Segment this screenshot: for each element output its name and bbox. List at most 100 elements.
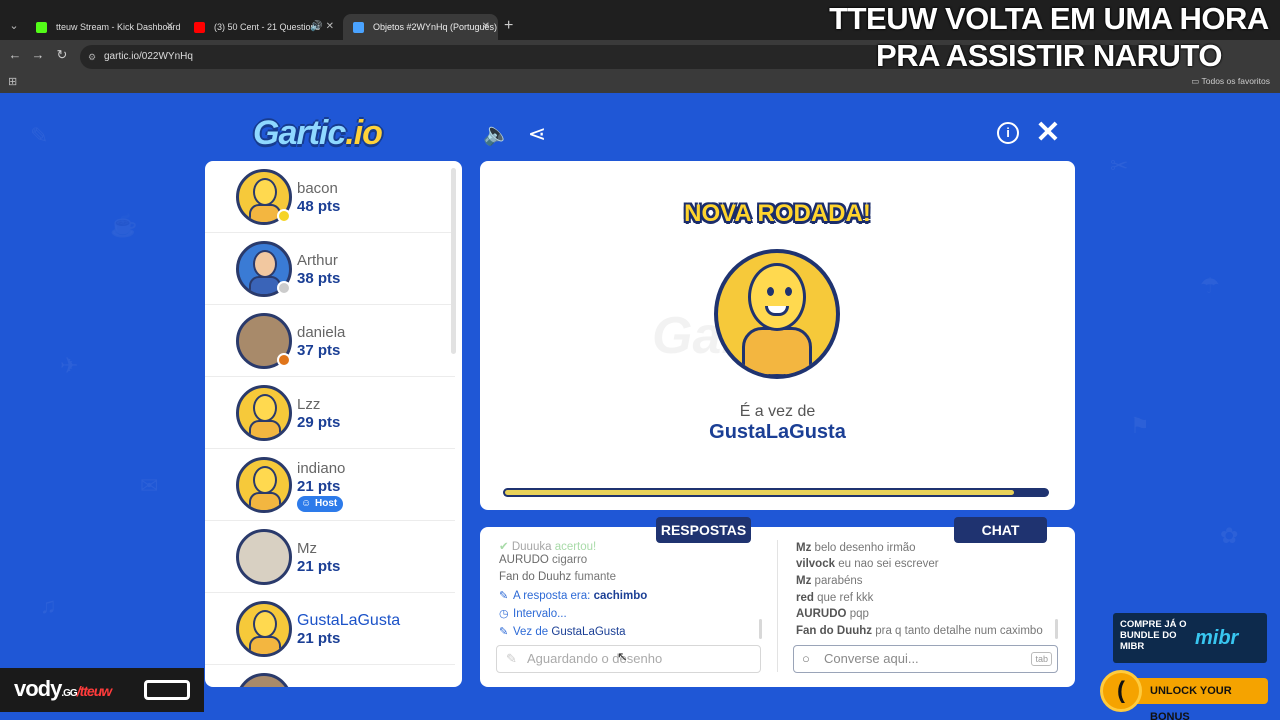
player-row[interactable]: Arthur 38 pts	[205, 233, 455, 305]
player-row[interactable]: Mz 21 pts	[205, 521, 455, 593]
tab-answers[interactable]: RESPOSTAS	[656, 517, 751, 543]
player-row[interactable]: Lzz 29 pts	[205, 377, 455, 449]
chat-text: belo desenho irmão	[814, 542, 916, 554]
answer-input[interactable]: ✎ Aguardando o desenho	[496, 645, 761, 673]
answers-scrollbar[interactable]	[759, 619, 762, 639]
chat-user: red	[796, 592, 814, 604]
tab-chat[interactable]: CHAT	[954, 517, 1047, 543]
answer-line: Fan do Duuhz fumante	[499, 571, 616, 583]
doodle-icon: ✉	[140, 473, 159, 498]
vody-widget: vody.GG/tteuw	[0, 668, 204, 712]
chat-text: pra q tanto detalhe num caximbo	[875, 625, 1043, 637]
chat-input[interactable]: ○ Converse aqui... tab	[793, 645, 1058, 673]
answer-text: fumante	[574, 571, 617, 583]
bookmarks-bar: ⊞ ▭ Todos os favoritos	[0, 72, 1280, 93]
vody-logo: vody.GG/tteuw	[14, 676, 112, 702]
system-line: ✎ A resposta era: cachimbo	[499, 589, 647, 602]
drawing-pencil-icon: ✎	[212, 621, 229, 643]
chat-user: AURUDO	[796, 608, 847, 620]
system-text: Intervalo...	[513, 608, 567, 620]
player-points: 21 pts	[297, 558, 341, 575]
doodle-icon: ✎	[30, 123, 49, 148]
stream-overlay-text: TTEUW VOLTA EM UMA HORA PRA ASSISTIR NAR…	[818, 0, 1280, 74]
tab-search-icon[interactable]: ⌄	[2, 14, 26, 38]
forward-icon[interactable]: →	[29, 47, 47, 62]
close-icon[interactable]: ✕	[166, 14, 174, 40]
player-list-scrollbar[interactable]	[451, 168, 456, 354]
host-icon: ☺	[301, 498, 312, 509]
chat-line: red que ref kkk	[796, 592, 873, 604]
chat-text: pqp	[849, 608, 869, 620]
gartic-logo: Gartic.io	[253, 114, 383, 153]
vody-suffix: .GG	[61, 688, 77, 699]
tab-title: (3) 50 Cent - 21 Questions	[214, 22, 321, 32]
player-row[interactable]: bacon 48 pts	[205, 161, 455, 233]
answer-user: Duuuka	[511, 541, 552, 553]
mibr-ad-text: COMPRE JÁ O BUNDLE DO MIBR	[1120, 619, 1187, 652]
avatar	[236, 385, 292, 441]
browser-tab-youtube[interactable]: (3) 50 Cent - 21 Questions 🔊 ✕	[184, 14, 342, 40]
overlay-line-1: TTEUW VOLTA EM UMA HORA	[829, 1, 1269, 36]
chat-user: vilvock	[796, 558, 835, 570]
avatar	[236, 529, 292, 585]
turn-player-link: GustaLaGusta	[551, 626, 626, 638]
answer-text: cigarro	[552, 554, 588, 566]
logo-suffix: .io	[345, 114, 383, 152]
player-name: Mz	[297, 540, 317, 557]
player-name: Lzz	[297, 396, 321, 413]
doodle-icon: ♫	[40, 593, 57, 618]
doodle-icon: ✈	[60, 353, 79, 378]
new-round-heading: NOVA RODADA!	[684, 200, 871, 227]
player-row[interactable]: daniela 37 pts	[205, 305, 455, 377]
sound-icon[interactable]: 🔈	[483, 120, 511, 148]
chat-text: eu nao sei escrever	[838, 558, 939, 570]
new-tab-icon[interactable]: +	[504, 16, 513, 36]
chat-user: Mz	[796, 542, 812, 554]
answer-line: AURUDO cigarro	[499, 554, 587, 566]
bookmarks-label: Todos os favoritos	[1201, 76, 1270, 86]
close-icon[interactable]: ✕	[482, 14, 490, 40]
answer-user: AURUDO	[499, 554, 549, 566]
status-dot	[277, 209, 291, 223]
player-name: bacon	[297, 180, 338, 197]
close-icon[interactable]: ✕	[1035, 118, 1061, 148]
round-progress	[503, 488, 1049, 497]
chat-line: Mz belo desenho irmão	[796, 542, 916, 554]
status-dot	[277, 281, 291, 295]
answer-placeholder: Aguardando o desenho	[527, 651, 663, 666]
close-icon[interactable]: 🔊 ✕	[310, 14, 334, 40]
browser-tab-gartic[interactable]: Objetos #2WYnHq (Português) ✕	[343, 14, 498, 40]
player-row[interactable]: indiano 21 pts ☺ Host	[205, 449, 455, 521]
player-row[interactable]	[205, 665, 455, 687]
all-bookmarks-folder[interactable]: ▭ Todos os favoritos	[1191, 76, 1270, 87]
player-row-current[interactable]: GustaLaGusta 21 pts	[205, 593, 455, 665]
player-points: 29 pts	[297, 414, 341, 431]
mibr-ad-banner: COMPRE JÁ O BUNDLE DO MIBR mibr	[1113, 613, 1267, 663]
answer-user: Fan do Duuhz	[499, 571, 572, 583]
player-points: 21 pts	[297, 630, 341, 647]
system-line: ◷ Intervalo...	[499, 607, 567, 620]
bonus-logo-icon: (	[1100, 670, 1142, 712]
player-points: 38 pts	[297, 270, 341, 287]
answer-text: acertou!	[554, 541, 597, 553]
apps-grid-icon[interactable]: ⊞	[8, 75, 17, 88]
vody-brand: vody	[14, 676, 62, 701]
clock-icon: ◷	[499, 608, 509, 620]
back-icon[interactable]: ←	[6, 47, 24, 62]
panel-divider	[777, 540, 778, 672]
status-dot	[277, 353, 291, 367]
tab-title: Objetos #2WYnHq (Português)	[373, 22, 498, 32]
info-icon[interactable]: i	[997, 122, 1019, 144]
player-points: 37 pts	[297, 342, 341, 359]
share-icon[interactable]: ⋖	[523, 120, 551, 148]
youtube-favicon-icon	[194, 22, 205, 33]
browser-tab-kick[interactable]: tteuw Stream - Kick Dashboard ✕	[26, 14, 182, 40]
chat-scrollbar[interactable]	[1055, 619, 1058, 639]
reload-icon[interactable]: ↻	[53, 47, 71, 63]
tab-key-hint: tab	[1031, 652, 1052, 666]
revealed-answer: cachimbo	[593, 590, 648, 602]
player-name: daniela	[297, 324, 346, 341]
site-info-icon[interactable]: ⚙	[88, 45, 96, 69]
vody-handle: /tteuw	[76, 683, 112, 699]
chat-user: Fan do Duuhz	[796, 625, 873, 637]
